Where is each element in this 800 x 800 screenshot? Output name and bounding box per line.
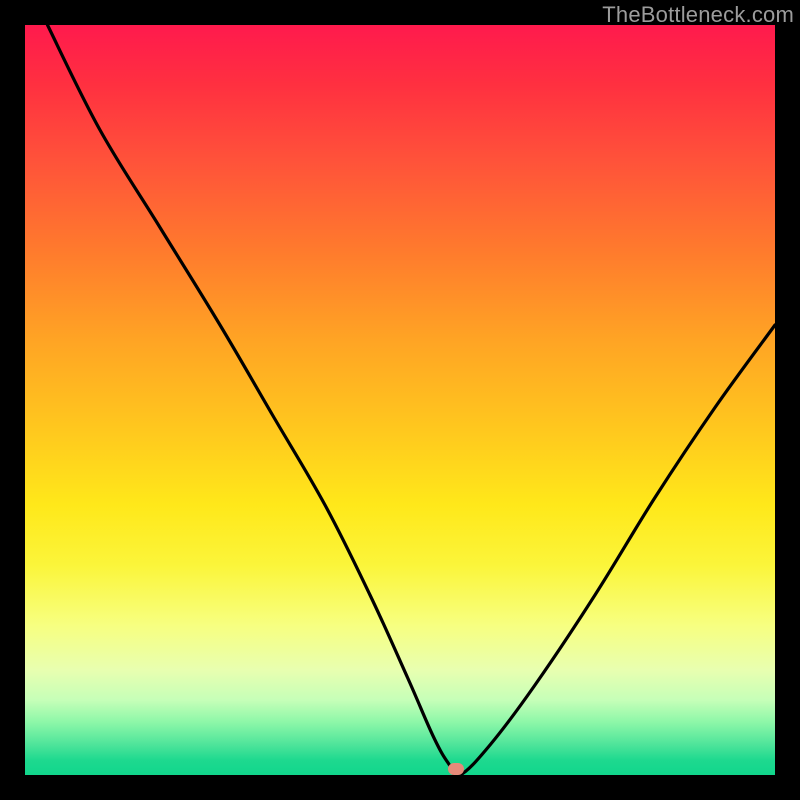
plot-area <box>25 25 775 775</box>
chart-frame: TheBottleneck.com <box>0 0 800 800</box>
curve-path <box>48 25 776 776</box>
vertex-marker <box>448 763 464 775</box>
bottleneck-curve <box>25 25 775 775</box>
watermark-text: TheBottleneck.com <box>602 2 794 28</box>
